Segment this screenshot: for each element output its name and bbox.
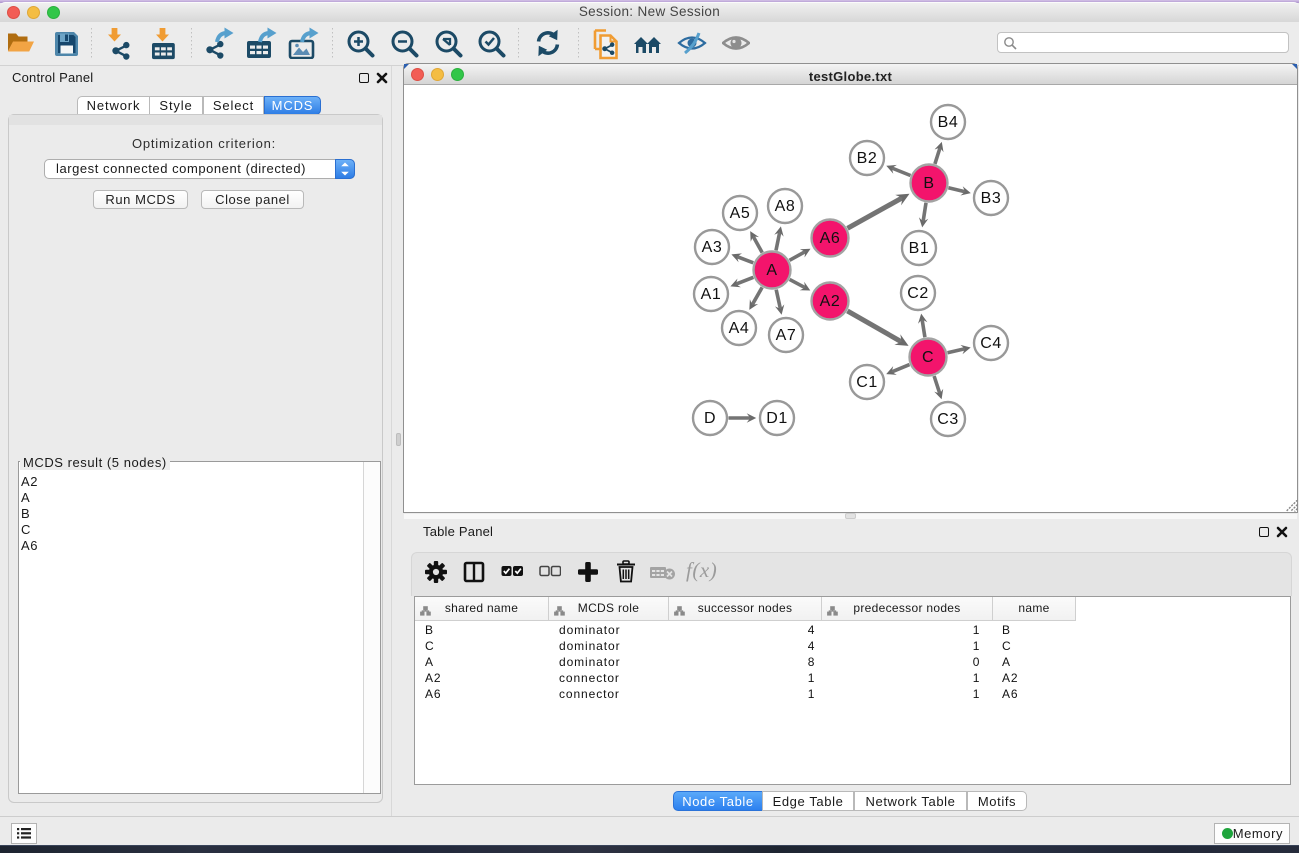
svg-text:A5: A5 [730,205,751,222]
svg-text:D1: D1 [766,410,788,427]
svg-text:B2: B2 [857,150,878,167]
svg-text:A: A [766,262,777,279]
svg-text:C1: C1 [856,374,878,391]
svg-text:C2: C2 [907,285,929,302]
svg-text:B3: B3 [981,190,1002,207]
svg-text:A2: A2 [820,293,841,310]
svg-text:A8: A8 [775,198,796,215]
svg-text:B: B [923,175,934,192]
svg-text:A3: A3 [702,239,723,256]
svg-text:A7: A7 [776,327,797,344]
svg-text:C: C [922,349,934,366]
svg-text:A1: A1 [701,286,722,303]
svg-text:A6: A6 [820,230,841,247]
svg-text:C3: C3 [937,411,959,428]
svg-text:B4: B4 [938,114,959,131]
svg-text:D: D [704,410,716,427]
svg-text:A4: A4 [729,320,750,337]
svg-text:C4: C4 [980,335,1002,352]
svg-text:B1: B1 [909,240,930,257]
